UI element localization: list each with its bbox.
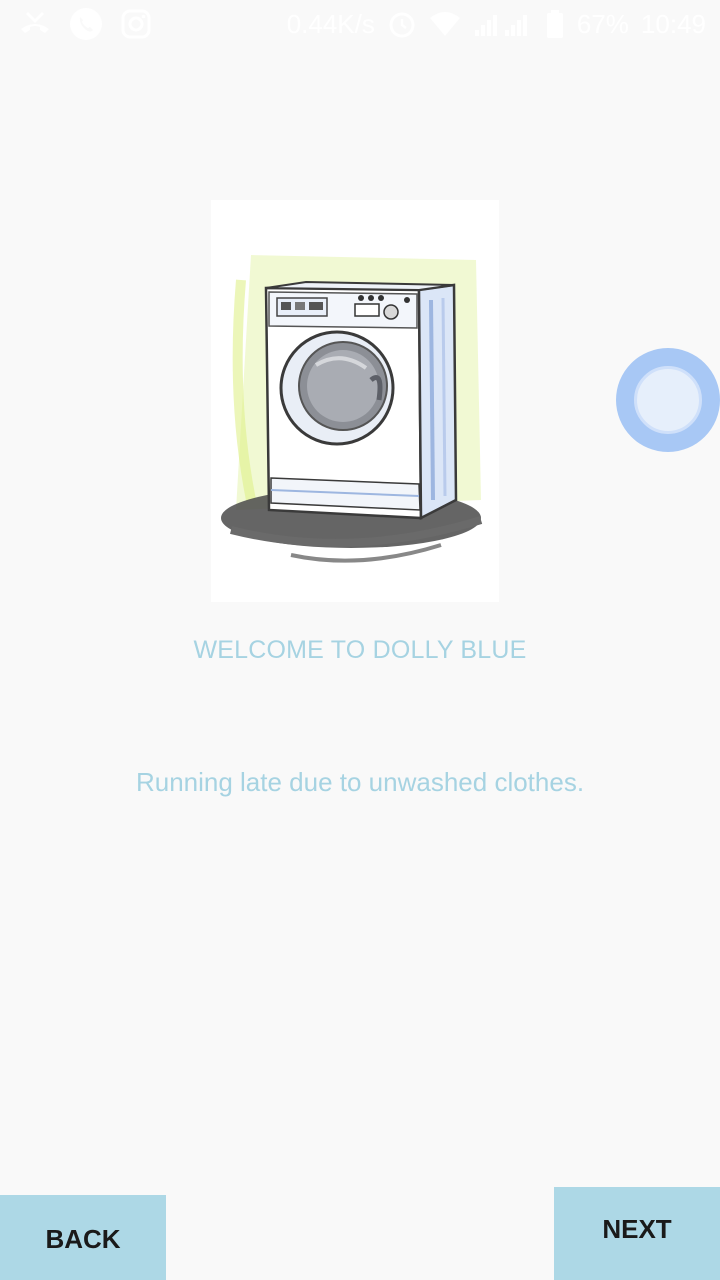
alarm-icon <box>387 9 417 39</box>
whatsapp-icon <box>68 6 104 42</box>
network-speed: 0.44K/s <box>286 9 375 39</box>
status-right-icons: 0.44K/s 67% 10:49 <box>287 8 706 40</box>
washing-machine-illustration <box>211 200 499 602</box>
clock: 10:49 <box>640 9 706 39</box>
onboarding-screen: 0.44K/s 67% 10:49 WELCOME TO DOLLY BLUE … <box>0 0 720 1280</box>
signal-icon <box>473 10 533 38</box>
back-button[interactable]: BACK <box>0 1195 166 1280</box>
floating-bubble-inner <box>634 366 702 434</box>
wifi-icon <box>429 10 461 38</box>
onboarding-subtitle: Running late due to unwashed clothes. <box>135 767 585 797</box>
next-button[interactable]: NEXT <box>554 1187 720 1280</box>
floating-bubble-button[interactable] <box>616 348 720 452</box>
missed-call-icon <box>18 7 52 41</box>
battery-icon <box>545 9 565 39</box>
battery-percent: 67% <box>576 9 629 39</box>
instagram-icon <box>120 8 152 40</box>
status-left-icons <box>18 6 152 42</box>
welcome-title: WELCOME TO DOLLY BLUE <box>193 636 527 664</box>
status-bar: 0.44K/s 67% 10:49 <box>0 0 720 48</box>
